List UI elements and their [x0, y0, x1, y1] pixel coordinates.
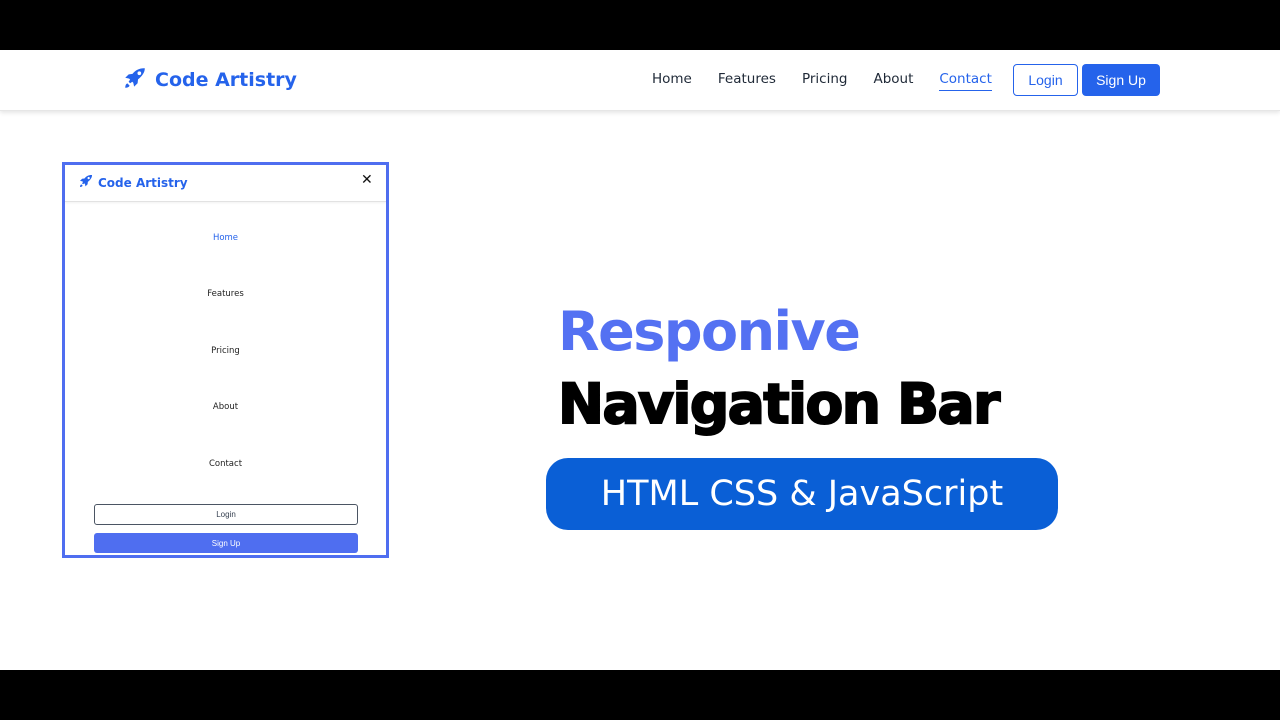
mobile-link-features[interactable]: Features: [65, 289, 386, 299]
mobile-login-button[interactable]: Login: [94, 504, 358, 525]
nav-link-pricing[interactable]: Pricing: [802, 71, 848, 91]
nav-link-contact[interactable]: Contact: [939, 71, 992, 91]
headline-line-2: Navigation Bar: [557, 371, 1001, 437]
nav-links: Home Features Pricing About Contact: [652, 71, 992, 91]
page-frame: Code Artistry Home Features Pricing Abou…: [0, 50, 1280, 670]
rocket-icon: [78, 173, 94, 193]
mobile-link-home[interactable]: Home: [65, 233, 386, 243]
nav-link-about[interactable]: About: [873, 71, 913, 91]
login-button[interactable]: Login: [1013, 64, 1078, 96]
top-navbar: Code Artistry Home Features Pricing Abou…: [0, 50, 1280, 111]
mobile-brand-name: Code Artistry: [98, 176, 188, 190]
mobile-link-about[interactable]: About: [65, 402, 386, 412]
nav-link-features[interactable]: Features: [718, 71, 776, 91]
mobile-link-pricing[interactable]: Pricing: [65, 346, 386, 356]
brand-logo[interactable]: Code Artistry: [122, 66, 297, 94]
close-icon[interactable]: ✕: [361, 172, 373, 188]
headline-line-1: Responive: [558, 300, 861, 363]
mobile-brand-logo[interactable]: Code Artistry: [78, 173, 188, 193]
tech-pill: HTML CSS & JavaScript: [546, 458, 1058, 530]
rocket-icon: [122, 65, 148, 95]
mobile-header: Code Artistry ✕: [65, 165, 386, 202]
signup-button[interactable]: Sign Up: [1082, 64, 1160, 96]
brand-name: Code Artistry: [155, 69, 297, 91]
mobile-link-contact[interactable]: Contact: [65, 459, 386, 469]
mobile-signup-button[interactable]: Sign Up: [94, 533, 358, 553]
nav-link-home[interactable]: Home: [652, 71, 692, 91]
mobile-menu-preview: Code Artistry ✕ Home Features Pricing Ab…: [62, 162, 389, 558]
